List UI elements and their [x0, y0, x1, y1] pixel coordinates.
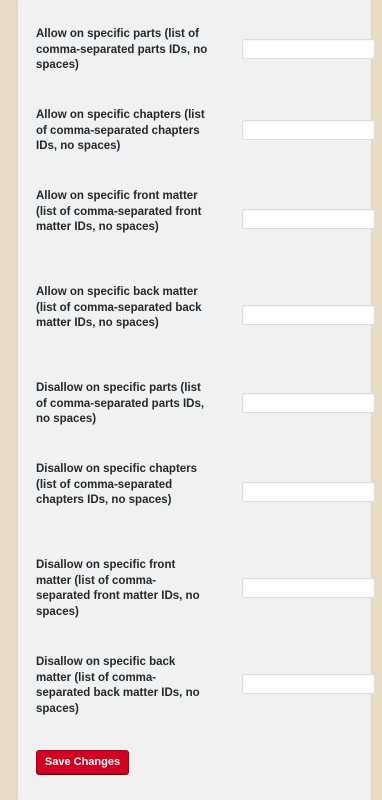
settings-panel: Allow on specific parts (list of comma-s…	[18, 0, 375, 800]
allow-parts-label: Allow on specific parts (list of comma-s…	[36, 28, 208, 71]
disallow-back-matter-input[interactable]	[242, 674, 375, 694]
allow-chapters-input[interactable]	[242, 120, 375, 140]
disallow-chapters-label: Disallow on specific chapters (list of c…	[36, 463, 198, 506]
allow-front-matter-label: Allow on specific front matter (list of …	[36, 190, 202, 233]
disallow-parts-input[interactable]	[242, 393, 375, 413]
allow-chapters-label: Allow on specific chapters (list of comm…	[36, 109, 205, 152]
allow-back-matter-input[interactable]	[242, 305, 375, 325]
allow-parts-input[interactable]	[242, 39, 375, 59]
disallow-chapters-input[interactable]	[242, 482, 375, 502]
allow-front-matter-input[interactable]	[242, 209, 375, 229]
allow-back-matter-label: Allow on specific back matter (list of c…	[36, 286, 202, 329]
disallow-back-matter-label: Disallow on specific back matter (list o…	[36, 656, 200, 715]
disallow-front-matter-label: Disallow on specific front matter (list …	[36, 559, 200, 618]
disallow-front-matter-input[interactable]	[242, 578, 375, 598]
save-changes-button[interactable]: Save Changes	[36, 750, 129, 774]
disallow-parts-label: Disallow on specific parts (list of comm…	[36, 382, 205, 425]
